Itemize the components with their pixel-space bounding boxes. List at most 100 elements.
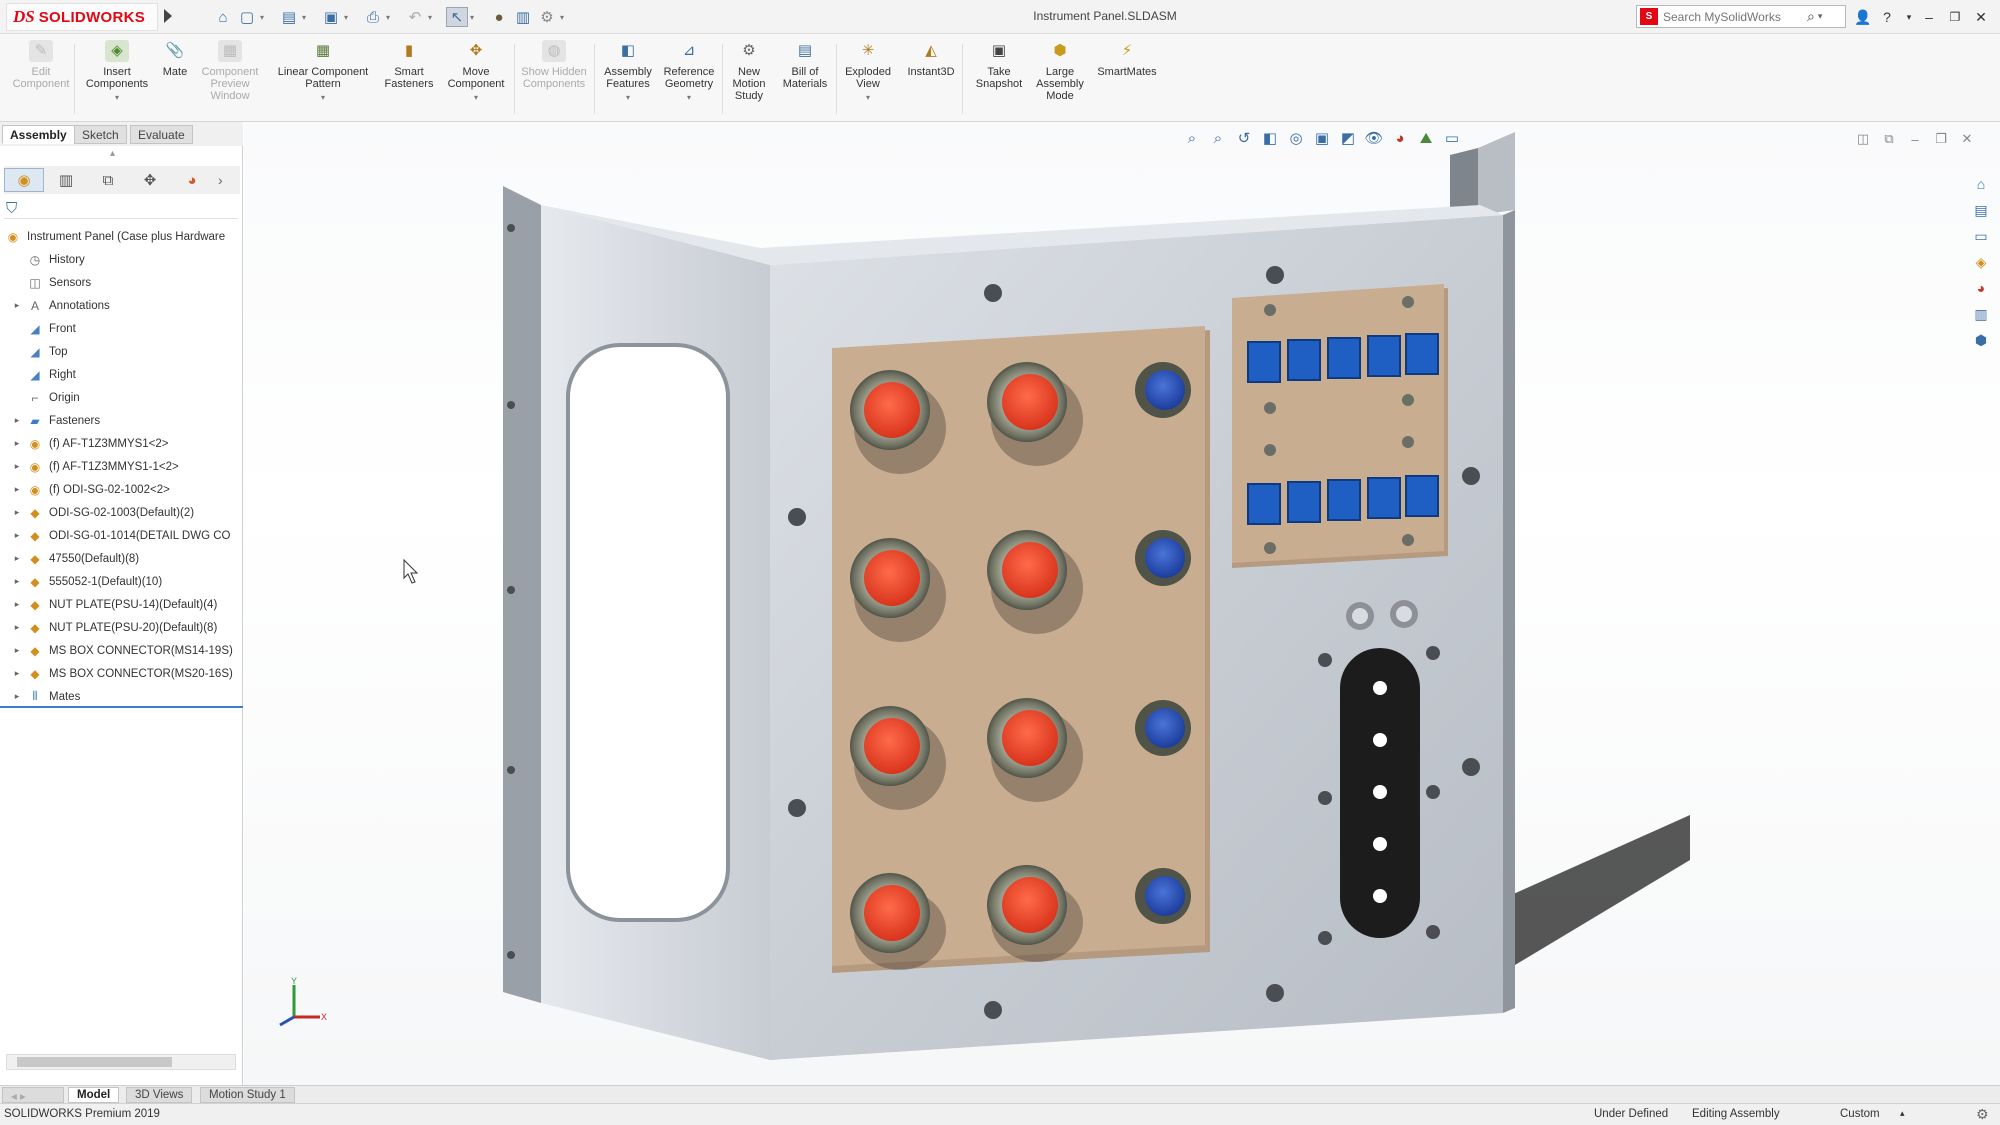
expand-arrow-icon[interactable]: ▸ [12,415,22,426]
search-dropdown-icon[interactable]: ▾ [1818,11,1823,22]
rebuild-icon[interactable]: ● [488,7,510,27]
bill-of-materials-button[interactable]: ▤ Bill of Materials [778,40,832,90]
mate-button[interactable]: 📎 Mate [158,40,192,78]
scrollbar-thumb[interactable] [17,1057,172,1067]
show-hidden-button[interactable]: ◍ Show Hidden Components [520,40,588,90]
take-snapshot-button[interactable]: ▣ Take Snapshot [970,40,1028,90]
insert-components-button[interactable]: ◈ Insert Components ▾ [80,40,154,104]
tree-item-component[interactable]: ▸ ◆ MS BOX CONNECTOR(MS20-16S) [0,662,243,685]
options-icon[interactable]: ⚙ [536,7,558,27]
undo-icon[interactable]: ↶ [404,7,426,27]
tree-item-right-plane[interactable]: ◢ Right [0,363,243,386]
reference-geometry-button[interactable]: ⊿ Reference Geometry ▾ [660,40,718,104]
expand-arrow-icon[interactable]: ▸ [12,668,22,679]
options-dropdown-icon[interactable]: ▾ [560,13,568,22]
expand-arrow-icon[interactable]: ▸ [12,553,22,564]
status-settings-icon[interactable]: ⚙ [1976,1106,1989,1123]
expand-arrow-icon[interactable]: ▸ [12,645,22,656]
tree-item-root[interactable]: ◉ Instrument Panel (Case plus Hardware [0,225,243,248]
tree-item-component[interactable]: ▸ ◆ 47550(Default)(8) [0,547,243,570]
tab-model[interactable]: Model [68,1087,120,1103]
graphics-area[interactable]: ⌕ ⌕ ↺ ◧ ◎ ▣ ◩ 👁 ◕ ⛰ ▭ ◫ ⧉ – ❐ ✕ ⌂ ▤ ▭ ◈ … [244,122,2000,1085]
tab-configuration-manager[interactable]: ⧉ [88,168,128,192]
exploded-view-button[interactable]: ✳ Exploded View ▾ [840,40,896,104]
save-dropdown-icon[interactable]: ▾ [344,13,352,22]
new-dropdown-icon[interactable]: ▾ [260,13,268,22]
search-input[interactable] [1663,9,1803,24]
instant3d-button[interactable]: ◭ Instant3D [904,40,958,78]
help-dropdown-icon[interactable]: ▾ [1898,6,1920,28]
horizontal-scrollbar[interactable] [6,1054,236,1070]
print-icon[interactable]: ⎙ [362,7,384,27]
expand-arrow-icon[interactable]: ▸ [12,438,22,449]
expand-arrow-icon[interactable]: ▸ [12,599,22,610]
tree-item-component[interactable]: ▸ ◉ (f) ODI-SG-02-1002<2> [0,478,243,501]
tab-sketch[interactable]: Sketch [74,125,127,144]
tab-assembly[interactable]: Assembly [2,125,75,144]
smart-fasteners-button[interactable]: ▮ Smart Fasteners [380,40,438,90]
open-dropdown-icon[interactable]: ▾ [302,13,310,22]
tree-item-component[interactable]: ▸ ◆ NUT PLATE(PSU-20)(Default)(8) [0,616,243,639]
assembly-features-button[interactable]: ◧ Assembly Features ▾ [600,40,656,104]
more-tabs-arrow-icon[interactable]: › [218,172,223,188]
tree-item-fasteners[interactable]: ▸ ▰ Fasteners [0,409,243,432]
unit-system-selector[interactable]: Custom [1840,1108,1880,1120]
solidworks-logo[interactable]: DS SOLIDWORKS [6,3,158,31]
instrument-panel-model[interactable] [244,122,2000,1085]
tree-item-component[interactable]: ▸ ◆ 555052-1(Default)(10) [0,570,243,593]
linear-pattern-button[interactable]: ▦ Linear Component Pattern ▾ [272,40,374,104]
tree-item-component[interactable]: ▸ ◆ ODI-SG-01-1014(DETAIL DWG CO [0,524,243,547]
tree-item-top-plane[interactable]: ◢ Top [0,340,243,363]
select-icon[interactable]: ↖ [446,7,468,27]
expand-arrow-icon[interactable]: ▸ [12,484,22,495]
tree-item-mates[interactable]: ▸ ⫴ Mates [0,685,243,708]
close-icon[interactable]: ✕ [1970,6,1992,28]
filter-icon[interactable]: ⛉ [6,200,17,217]
move-component-button[interactable]: ✥ Move Component ▾ [442,40,510,104]
print-dropdown-icon[interactable]: ▾ [386,13,394,22]
new-document-icon[interactable]: ▢ [236,7,258,27]
expand-arrow-icon[interactable]: ▸ [12,691,22,702]
search-box[interactable]: S ⌕ ▾ [1636,5,1846,28]
minimize-icon[interactable]: – [1918,6,1940,28]
tab-3d-views[interactable]: 3D Views [126,1087,193,1103]
open-icon[interactable]: ▤ [278,7,300,27]
search-icon[interactable]: ⌕ [1807,8,1815,25]
expand-arrow-icon[interactable]: ▸ [12,461,22,472]
tree-item-component[interactable]: ▸ ◆ MS BOX CONNECTOR(MS14-19S) [0,639,243,662]
file-properties-icon[interactable]: ▥ [512,7,534,27]
edit-component-button[interactable]: ✎ Edit Component [13,40,69,90]
tree-item-component[interactable]: ▸ ◉ (f) AF-T1Z3MMYS1-1<2> [0,455,243,478]
expand-arrow-icon[interactable]: ▸ [12,576,22,587]
tree-item-annotations[interactable]: ▸ A Annotations [0,294,243,317]
rollback-bar[interactable] [0,706,243,708]
tree-item-origin[interactable]: ⌐ Origin [0,386,243,409]
expand-arrow-icon[interactable]: ▸ [12,300,22,311]
component-preview-button[interactable]: ▦ Component Preview Window [194,40,266,102]
select-dropdown-icon[interactable]: ▾ [470,13,478,22]
tab-evaluate[interactable]: Evaluate [130,125,193,144]
panel-collapse-icon[interactable]: ▴ [110,148,115,159]
save-icon[interactable]: ▣ [320,7,342,27]
units-dropdown-icon[interactable]: ▴ [1900,1108,1905,1119]
tab-motion-study[interactable]: Motion Study 1 [200,1087,295,1103]
tab-display-manager[interactable]: ◕ [172,168,212,192]
expand-arrow-icon[interactable]: ▸ [12,507,22,518]
smartmates-button[interactable]: ⚡ SmartMates [1094,40,1160,78]
tab-nav-arrows[interactable]: ◂ ▸ [2,1087,64,1103]
tree-item-component[interactable]: ▸ ◆ ODI-SG-02-1003(Default)(2) [0,501,243,524]
tab-property-manager[interactable]: ▥ [46,168,86,192]
search-source-icon[interactable]: S [1640,8,1658,25]
user-icon[interactable]: 👤 [1852,6,1874,28]
tree-item-component[interactable]: ▸ ◆ NUT PLATE(PSU-14)(Default)(4) [0,593,243,616]
help-icon[interactable]: ? [1876,6,1898,28]
tab-dimxpert[interactable]: ✥ [130,168,170,192]
new-motion-study-button[interactable]: ⚙ New Motion Study [726,40,772,102]
undo-dropdown-icon[interactable]: ▾ [428,13,436,22]
expand-arrow-icon[interactable]: ▸ [12,530,22,541]
tree-item-component[interactable]: ▸ ◉ (f) AF-T1Z3MMYS1<2> [0,432,243,455]
tree-item-history[interactable]: ◷ History [0,248,243,271]
restore-icon[interactable]: ❐ [1944,6,1966,28]
large-assembly-mode-button[interactable]: ⬢ Large Assembly Mode [1032,40,1088,102]
home-icon[interactable]: ⌂ [212,7,234,27]
